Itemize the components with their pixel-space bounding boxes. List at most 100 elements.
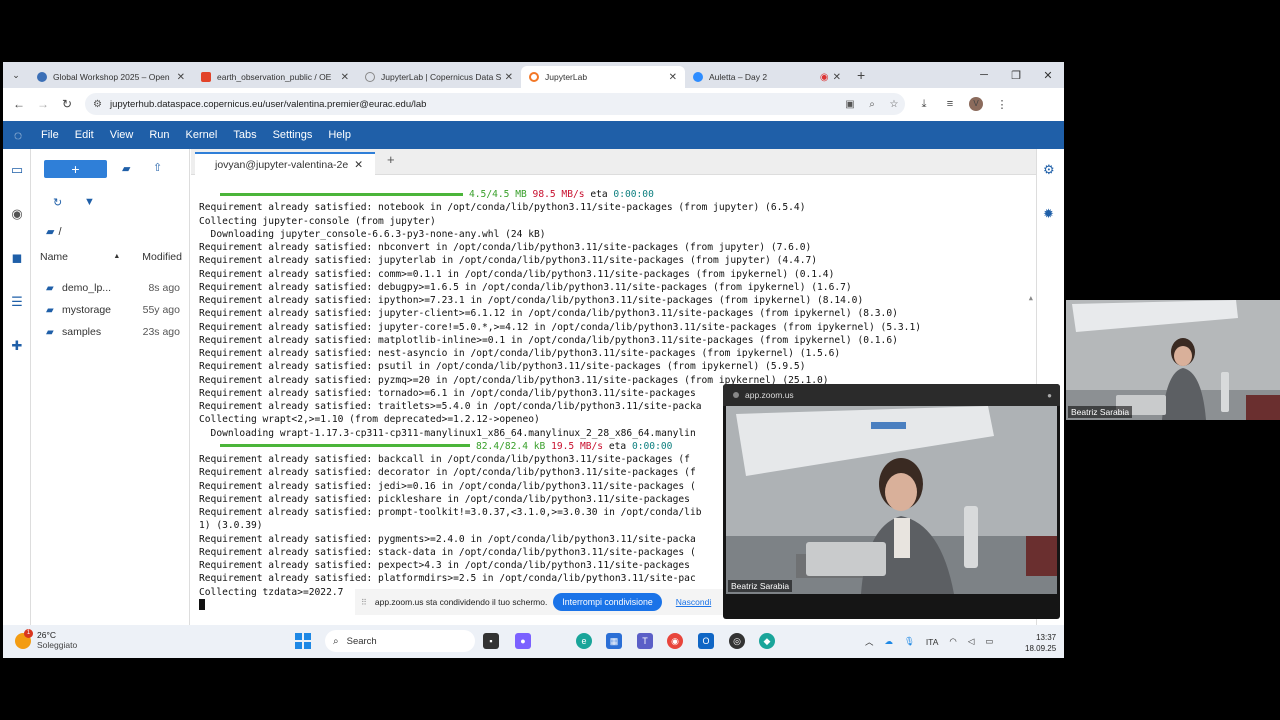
reload-icon[interactable]: ↻ <box>55 97 79 111</box>
windows-start-icon[interactable] <box>295 633 311 649</box>
list-item[interactable]: ▰ samples 23s ago <box>46 323 180 341</box>
zoom-video-window[interactable]: app.zoom.us ● Beatriz Sarabia <box>723 384 1060 619</box>
minimize-icon[interactable]: ─ <box>968 69 1000 81</box>
profile-avatar[interactable]: V <box>969 97 983 111</box>
menu-tabs[interactable]: Tabs <box>225 129 264 141</box>
taskbar-search[interactable]: ⌕ Search <box>325 630 475 652</box>
menu-run[interactable]: Run <box>141 129 177 141</box>
battery-icon[interactable]: ▭ <box>985 636 993 647</box>
add-tab-button[interactable]: + <box>387 152 395 167</box>
debugger-icon[interactable]: ✹ <box>1043 207 1054 222</box>
camera-icon: ● <box>1047 390 1052 400</box>
wifi-icon[interactable]: ◠ <box>949 636 956 647</box>
list-item[interactable]: ▰ demo_lp... 8s ago <box>46 279 180 297</box>
show-hidden-icons-icon[interactable]: ︿ <box>865 636 874 648</box>
menu-view[interactable]: View <box>102 129 142 141</box>
outlook-taskbar-icon[interactable]: O <box>698 633 714 649</box>
menu-edit[interactable]: Edit <box>67 129 102 141</box>
tab-terminal[interactable]: jovyan@jupyter-valentina-2e ✕ <box>195 152 375 175</box>
stop-sharing-button[interactable]: Interrompi condivisione <box>553 593 662 611</box>
terminal-line: Requirement already satisfied: jupyter-c… <box>199 308 898 320</box>
url-field[interactable]: ⚙ jupyterhub.dataspace.copernicus.eu/use… <box>85 93 905 115</box>
restore-icon[interactable]: ❐ <box>1000 69 1032 82</box>
forward-icon[interactable]: → <box>31 97 55 111</box>
taskbar-clock[interactable]: 13:37 18.09.25 <box>1025 632 1056 654</box>
file-list-header: Name ▲ Modified <box>40 251 182 267</box>
system-tray: ︿ ☁ 🎙 ITA ◠ ◁ ▭ <box>865 625 1004 658</box>
column-name[interactable]: Name <box>40 251 113 267</box>
close-icon[interactable]: ✕ <box>177 72 185 83</box>
volume-icon[interactable]: ◁ <box>968 636 975 647</box>
participant-name: Beatriz Sarabia <box>1068 406 1133 418</box>
scroll-up-icon[interactable]: ▲ <box>1029 294 1033 302</box>
back-icon[interactable]: ← <box>7 97 31 111</box>
menu-file[interactable]: File <box>33 129 67 141</box>
browser-actions: ⤓ ≡ V ⋮ <box>911 97 1015 111</box>
store-taskbar-icon[interactable]: ▦ <box>606 633 622 649</box>
tab-search-icon[interactable]: ⌄ <box>3 70 29 81</box>
close-window-icon[interactable]: ✕ <box>1032 69 1064 82</box>
new-tab-button[interactable]: + <box>857 67 865 83</box>
new-launcher-button[interactable]: + <box>44 160 107 178</box>
notification-badge: 1 <box>24 628 33 638</box>
chrome-taskbar-icon[interactable]: ◉ <box>667 633 683 649</box>
clock-time: 13:37 <box>1036 633 1057 642</box>
weather-widget[interactable]: 1 26°C Soleggiato <box>15 628 77 651</box>
tab-label: Auletta – Day 2 <box>709 72 768 82</box>
drag-handle-icon[interactable]: ⠿ <box>361 598 367 607</box>
column-modified[interactable]: Modified <box>142 251 182 267</box>
teams-chat-taskbar-icon[interactable]: ● <box>515 633 531 649</box>
progress-eta-label: eta <box>590 189 608 200</box>
refresh-icon[interactable]: ↻ <box>53 196 62 209</box>
search-placeholder: Search <box>346 635 377 647</box>
filter-icon[interactable]: ▼ <box>84 196 95 208</box>
hide-link[interactable]: Nascondi <box>676 597 711 607</box>
browser-tab-jupyterlab[interactable]: JupyterLab ✕ <box>521 66 685 88</box>
language-indicator[interactable]: ITA <box>926 637 939 647</box>
onedrive-icon[interactable]: ☁ <box>885 636 894 647</box>
list-item[interactable]: ▰ mystorage 55y ago <box>46 301 180 319</box>
site-info-icon[interactable]: ⚙ <box>93 99 102 110</box>
teams-taskbar-icon[interactable]: T <box>637 633 653 649</box>
folder-icon[interactable]: ▭ <box>8 162 26 180</box>
close-icon[interactable]: ✕ <box>833 72 841 83</box>
tab-label: Global Workshop 2025 – Open <box>53 72 170 82</box>
breadcrumb[interactable]: ▰ / <box>46 225 62 238</box>
extension-manager-icon[interactable]: ✚ <box>8 338 26 356</box>
terminal-line: Requirement already satisfied: nest-asyn… <box>199 348 841 359</box>
edge-taskbar-icon[interactable]: e <box>576 633 592 649</box>
media-control-icon[interactable]: ≡ <box>937 98 963 110</box>
zoom-icon <box>693 72 703 82</box>
upload-icon[interactable]: ⇧ <box>153 161 162 174</box>
microphone-icon[interactable]: 🎙 <box>904 636 915 647</box>
browser-tab-workshop[interactable]: Global Workshop 2025 – Open ✕ <box>29 66 193 88</box>
download-icon[interactable]: ⤓ <box>911 98 937 111</box>
screenshot-icon[interactable]: ▣ <box>839 99 861 110</box>
menu-settings[interactable]: Settings <box>265 129 321 141</box>
browser-tab-auletta[interactable]: Auletta – Day 2 ◉ ✕ <box>685 66 849 88</box>
obs-taskbar-icon[interactable]: ◎ <box>729 633 745 649</box>
browser-tab-gitlab[interactable]: earth_observation_public / OE ✕ <box>193 66 357 88</box>
close-icon[interactable]: ✕ <box>354 159 363 171</box>
close-icon[interactable]: ✕ <box>669 72 677 83</box>
tab-label: jovyan@jupyter-valentina-2e <box>215 158 349 171</box>
file-explorer-taskbar-icon[interactable]: ▪ <box>483 633 499 649</box>
close-icon[interactable]: ✕ <box>505 72 513 83</box>
menu-help[interactable]: Help <box>320 129 359 141</box>
app-taskbar-icon[interactable]: ◆ <box>759 633 775 649</box>
browser-menu-icon[interactable]: ⋮ <box>989 98 1015 111</box>
zoom-window-titlebar[interactable]: app.zoom.us ● <box>723 384 1060 406</box>
windows-taskbar: 1 26°C Soleggiato ⌕ Search ▪ ● e ▦ T ◉ O… <box>3 625 1064 658</box>
new-folder-icon[interactable]: ▰ <box>122 162 130 175</box>
browser-tab-jupyterlab-copernicus[interactable]: JupyterLab | Copernicus Data S ✕ <box>357 66 521 88</box>
close-icon[interactable]: ✕ <box>341 72 349 83</box>
jupyter-logo-icon: ◌ <box>13 127 23 143</box>
zoom-page-icon[interactable]: ⌕ <box>861 99 883 110</box>
table-of-contents-icon[interactable]: ☰ <box>8 294 26 312</box>
property-inspector-icon[interactable]: ⚙ <box>1043 163 1055 178</box>
file-name: mystorage <box>62 304 112 316</box>
running-sessions-icon[interactable]: ◼ <box>8 250 26 268</box>
bookmark-star-icon[interactable]: ☆ <box>883 99 905 110</box>
menu-kernel[interactable]: Kernel <box>178 129 226 141</box>
github-icon[interactable]: ◉ <box>8 206 26 224</box>
